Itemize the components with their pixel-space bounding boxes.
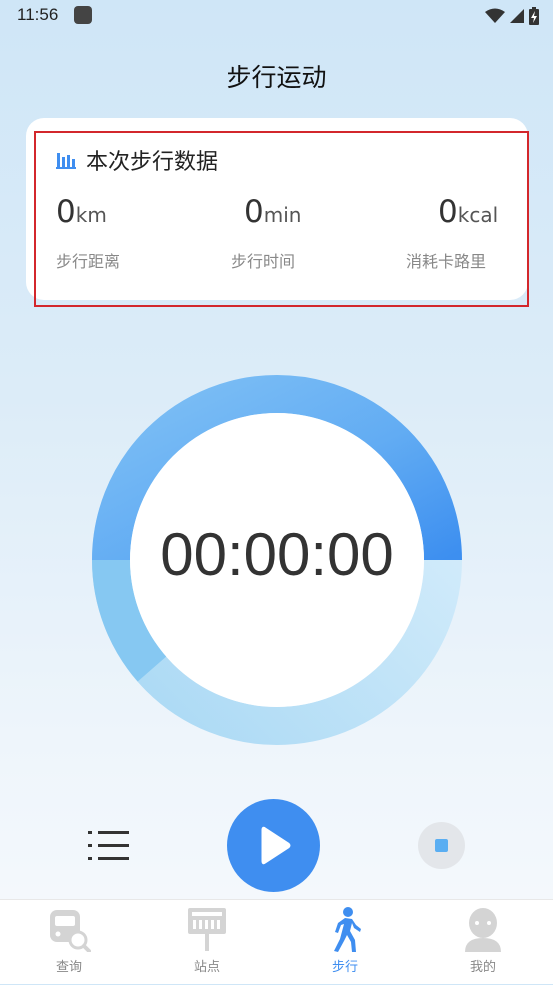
nav-label-walk: 步行 <box>331 960 358 975</box>
nav-item-query[interactable]: 查询 <box>0 900 138 985</box>
nav-label-stations: 站点 <box>193 960 220 975</box>
signal-icon <box>510 9 524 23</box>
bus-stop-sign-icon <box>188 908 226 951</box>
page-title: 步行运动 <box>226 63 327 92</box>
status-bar: 11:56 <box>0 0 553 32</box>
bottom-nav: 查询 站点 步行 我的 <box>0 899 553 984</box>
nav-label-query: 查询 <box>55 960 82 975</box>
walking-person-icon <box>334 907 361 952</box>
nav-label-mine: 我的 <box>469 960 496 975</box>
stop-icon <box>435 839 448 852</box>
play-button[interactable] <box>227 799 320 892</box>
app-notification-icon <box>74 6 92 24</box>
user-avatar-icon <box>465 908 501 952</box>
nav-item-mine[interactable]: 我的 <box>414 900 552 985</box>
status-indicators <box>485 6 539 26</box>
battery-icon <box>529 7 539 25</box>
nav-item-walk[interactable]: 步行 <box>276 900 414 985</box>
list-button[interactable] <box>84 826 132 866</box>
play-icon <box>261 826 291 865</box>
list-icon <box>88 831 129 860</box>
wifi-icon <box>485 8 505 23</box>
nav-item-stations[interactable]: 站点 <box>138 900 276 985</box>
stop-button[interactable] <box>418 822 465 869</box>
bus-search-icon <box>50 910 91 952</box>
timer-display: 00:00:00 <box>160 521 394 588</box>
status-time: 11:56 <box>17 5 59 24</box>
highlight-box <box>34 131 529 307</box>
